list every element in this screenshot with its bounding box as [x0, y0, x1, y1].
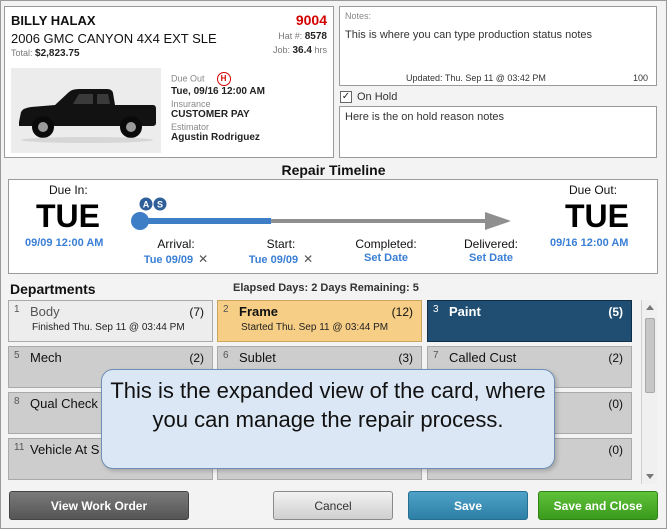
due-out-day: TUE — [565, 198, 629, 234]
dept-paint[interactable]: 3 Paint (5) — [427, 300, 632, 342]
insurance-value: CUSTOMER PAY — [171, 109, 250, 120]
dept-number: 8 — [14, 396, 20, 407]
total-amount: Total: $2,823.75 — [11, 48, 80, 59]
on-hold-checkbox[interactable]: ✓ — [340, 91, 352, 103]
stage-start: Start: Tue 09/09 ✕ — [231, 237, 331, 266]
due-in-label: Due In: — [49, 183, 88, 197]
vehicle-card: BILLY HALAX 2006 GMC CANYON 4X4 EXT SLE … — [4, 6, 334, 158]
elapsed-days: Elapsed Days: 2 Days Remaining: 5 — [233, 282, 419, 294]
dept-count: (12) — [391, 305, 413, 319]
vehicle-info: Due Out H Tue, 09/16 12:00 AM Insurance C… — [171, 70, 331, 144]
dept-count: (3) — [398, 351, 413, 365]
customer-name: BILLY HALAX — [11, 13, 96, 28]
save-button[interactable]: Save — [408, 491, 528, 520]
job-hours: Job: 36.4 hrs — [272, 45, 327, 56]
notes-updated: Updated: Thu. Sep 11 @ 03:42 PM — [406, 73, 546, 83]
arrival-marker-label: A — [143, 200, 150, 210]
clear-start-icon[interactable]: ✕ — [303, 252, 313, 266]
scroll-thumb[interactable] — [645, 318, 655, 393]
tutorial-callout: This is the expanded view of the card, w… — [101, 369, 555, 469]
notes-char-count: 100 — [632, 73, 648, 83]
due-in-day: TUE — [36, 198, 100, 234]
clear-arrival-icon[interactable]: ✕ — [198, 252, 208, 266]
stage-completed-value[interactable]: Set Date — [336, 252, 436, 264]
estimator-value: Agustin Rodriguez — [171, 132, 260, 143]
dept-count: (2) — [608, 351, 623, 365]
dept-status: Started Thu. Sep 11 @ 03:44 PM — [241, 322, 389, 333]
ro-number: 9004 — [295, 12, 327, 28]
stage-arrival: Arrival: Tue 09/09 ✕ — [126, 237, 226, 266]
due-out-date[interactable]: 09/16 12:00 AM — [550, 237, 628, 249]
due-out-label: Due Out H — [171, 72, 331, 86]
stage-completed: Completed: Set Date — [336, 237, 436, 264]
due-in-date[interactable]: 09/09 12:00 AM — [25, 237, 103, 249]
stage-delivered-label: Delivered: — [463, 237, 519, 251]
due-out-timeline-label: Due Out: — [569, 183, 618, 197]
view-work-order-button[interactable]: View Work Order — [9, 491, 189, 520]
dept-name: Called Cust — [449, 350, 517, 365]
repair-timeline: Due In: TUE 09/09 12:00 AM A S Arrival: … — [8, 179, 658, 274]
on-hold-label: On Hold — [357, 91, 398, 103]
cancel-button[interactable]: Cancel — [273, 491, 393, 520]
vehicle-description: 2006 GMC CANYON 4X4 EXT SLE — [11, 31, 217, 46]
dept-number: 5 — [14, 350, 20, 361]
stage-completed-label: Completed: — [355, 237, 417, 251]
on-hold-toggle[interactable]: ✓ On Hold — [340, 91, 397, 103]
dept-number: 2 — [223, 304, 229, 315]
stage-start-label: Start: — [266, 237, 296, 251]
hold-badge-icon: H — [216, 72, 231, 86]
on-hold-reason-text[interactable]: Here is the on hold reason notes — [345, 111, 504, 123]
pickup-truck-icon — [19, 89, 156, 143]
dept-name: Frame — [239, 304, 279, 319]
dept-number: 11 — [14, 442, 25, 453]
save-and-close-button[interactable]: Save and Close — [538, 491, 658, 520]
stage-delivered: Delivered: Set Date — [441, 237, 541, 264]
timeline-track — [131, 212, 511, 230]
dept-number: 6 — [223, 350, 229, 361]
dept-name: Qual Check — [30, 396, 98, 411]
insurance-label: Insurance — [171, 99, 211, 109]
notes-field[interactable]: Notes: This is where you can type produc… — [339, 6, 657, 86]
dept-number: 7 — [433, 350, 439, 361]
timeline-title: Repair Timeline — [281, 162, 386, 178]
dept-count: (0) — [608, 397, 623, 411]
dept-count: (0) — [608, 443, 623, 457]
stage-delivered-value[interactable]: Set Date — [441, 252, 541, 264]
stage-arrival-label: Arrival: — [157, 237, 195, 251]
dept-name: Body — [30, 304, 60, 319]
notes-label: Notes: — [345, 11, 372, 21]
scroll-down-icon[interactable] — [646, 474, 654, 479]
dept-count: (2) — [189, 351, 204, 365]
dept-name: Paint — [449, 304, 481, 319]
timeline-markers: A S — [139, 197, 167, 211]
timeline-start-dot — [131, 212, 149, 230]
dept-status: Finished Thu. Sep 11 @ 03:44 PM — [32, 322, 185, 333]
dept-name: Vehicle At S — [30, 442, 100, 457]
stage-start-value[interactable]: Tue 09/09 ✕ — [231, 252, 331, 266]
start-marker-label: S — [157, 200, 163, 210]
departments-title: Departments — [10, 281, 96, 297]
departments-scrollbar[interactable] — [641, 300, 657, 484]
dept-count: (5) — [608, 305, 623, 319]
timeline-pending-bar — [271, 219, 485, 223]
hat-number: Hat #: 8578 — [278, 31, 327, 42]
dept-frame[interactable]: 2 Frame (12) Started Thu. Sep 11 @ 03:44… — [217, 300, 422, 342]
dept-number: 1 — [14, 304, 20, 315]
on-hold-reason-field[interactable]: Here is the on hold reason notes — [339, 106, 657, 158]
dept-name: Mech — [30, 350, 62, 365]
vehicle-photo — [11, 68, 161, 153]
timeline-arrow-icon — [485, 212, 511, 230]
dept-body[interactable]: 1 Body (7) Finished Thu. Sep 11 @ 03:44 … — [8, 300, 213, 342]
notes-text[interactable]: This is where you can type production st… — [345, 29, 592, 41]
dept-count: (7) — [189, 305, 204, 319]
dept-number: 3 — [433, 304, 439, 315]
estimator-label: Estimator — [171, 122, 210, 132]
due-out-value: Tue, 09/16 12:00 AM — [171, 86, 265, 97]
stage-arrival-value[interactable]: Tue 09/09 ✕ — [126, 252, 226, 266]
scroll-up-icon[interactable] — [646, 305, 654, 310]
dept-name: Sublet — [239, 350, 276, 365]
timeline-progress-bar — [140, 218, 272, 224]
